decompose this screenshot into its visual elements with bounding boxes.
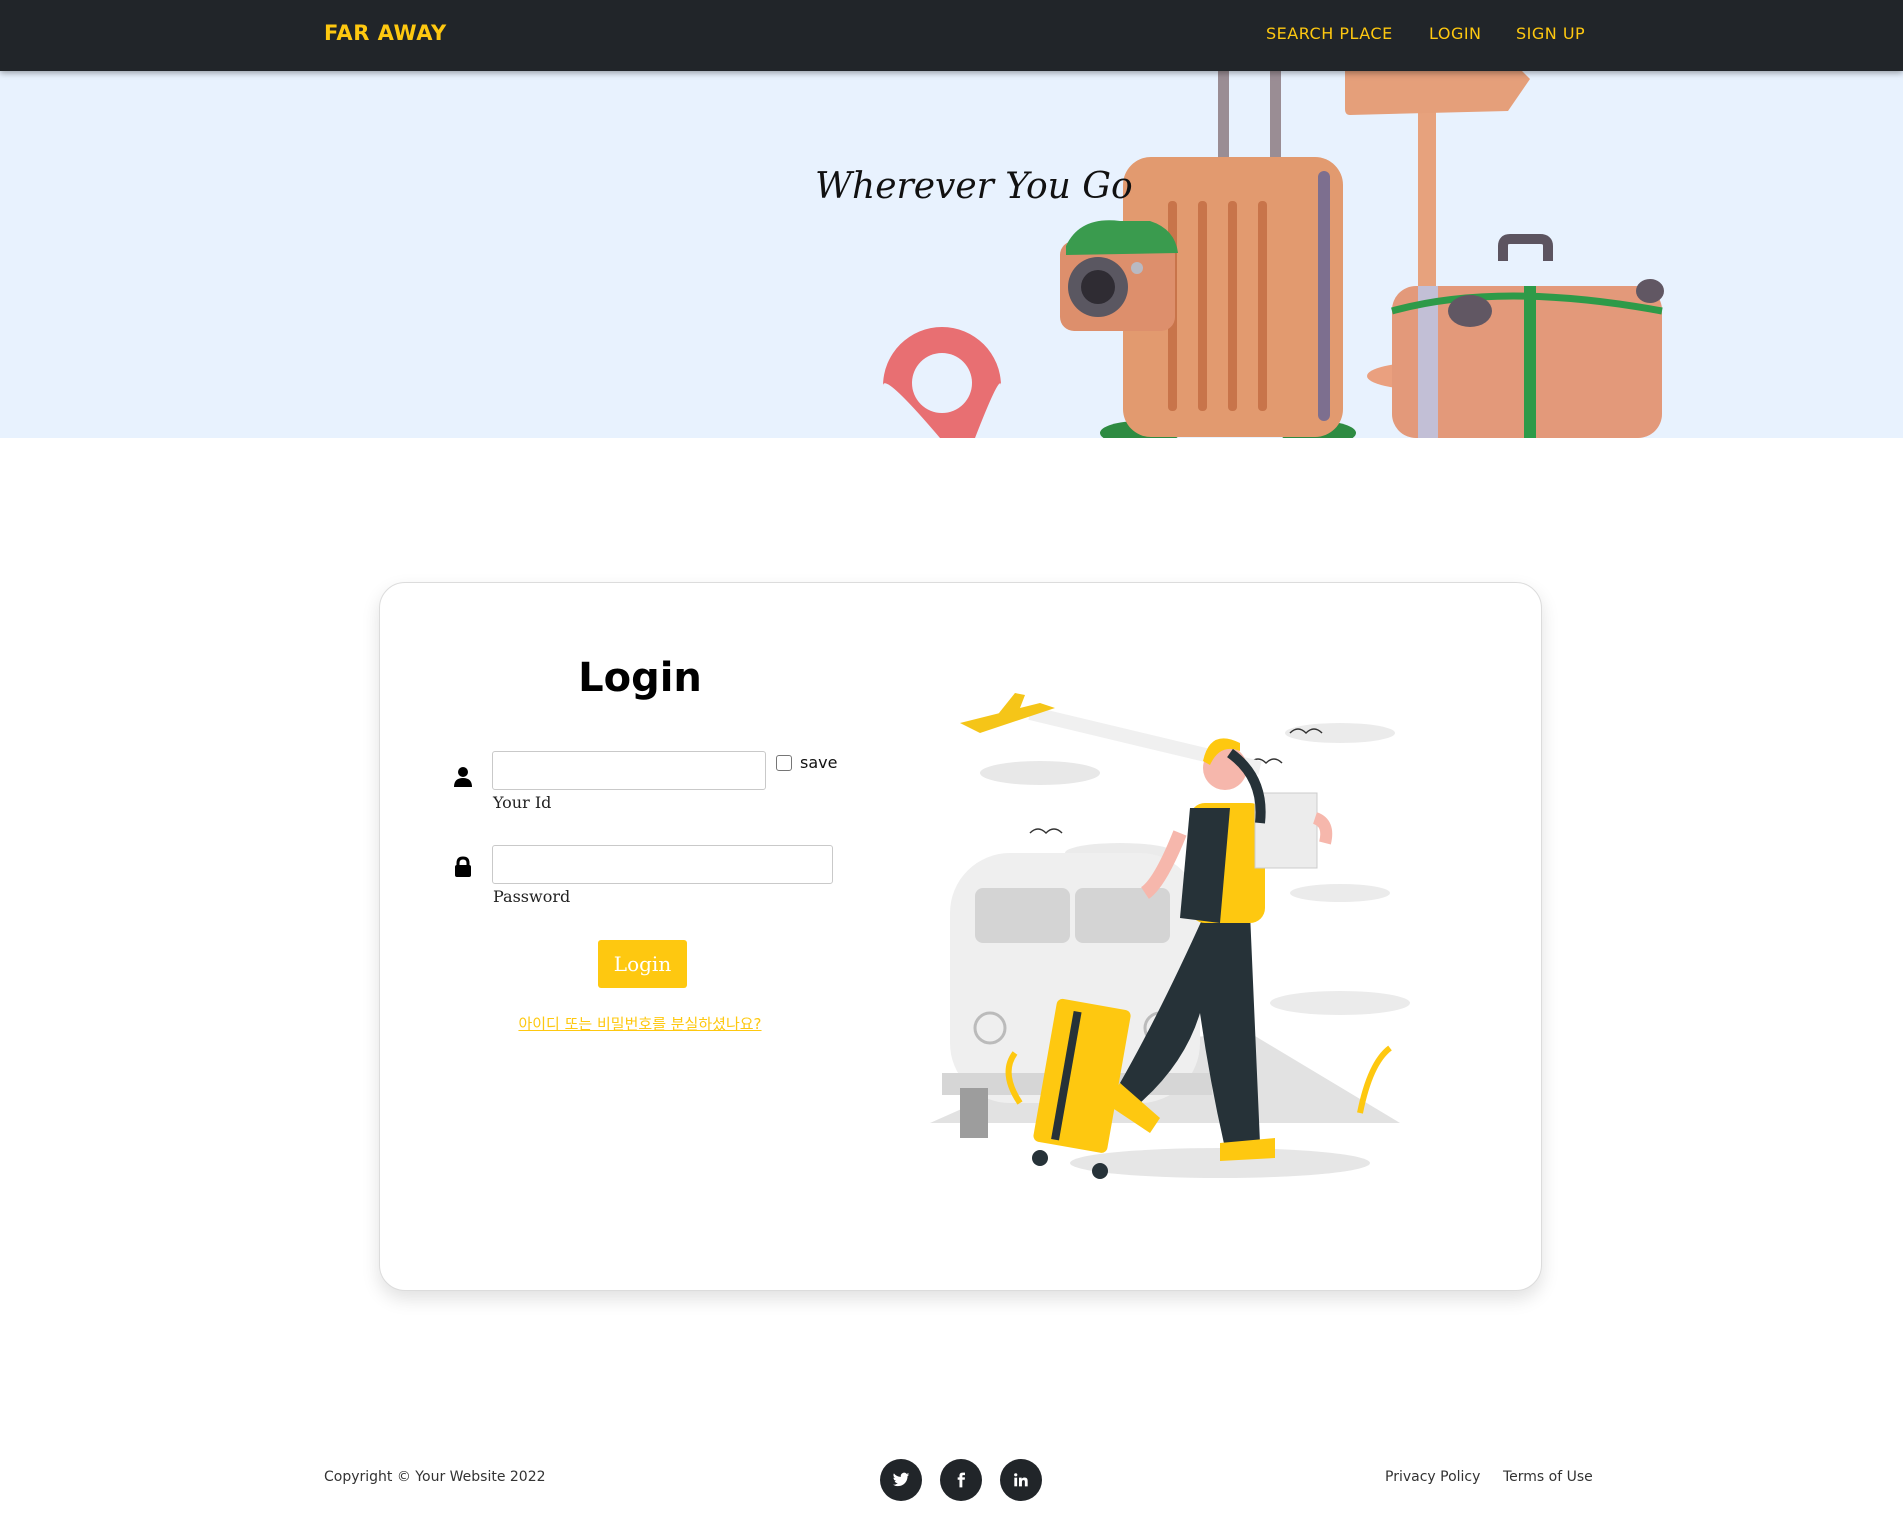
linkedin-icon — [1014, 1473, 1028, 1487]
privacy-policy-link[interactable]: Privacy Policy — [1385, 1469, 1480, 1485]
footer-copyright: Copyright © Your Website 2022 — [324, 1469, 546, 1485]
user-id-input[interactable] — [492, 751, 766, 790]
brand-logo[interactable]: FAR AWAY — [324, 21, 447, 45]
nav-search-place[interactable]: SEARCH PLACE — [1266, 24, 1393, 43]
linkedin-link[interactable] — [1000, 1459, 1042, 1501]
user-icon — [454, 767, 472, 787]
twitter-link[interactable] — [880, 1459, 922, 1501]
password-input[interactable] — [492, 845, 833, 884]
save-checkbox[interactable] — [776, 755, 792, 771]
twitter-icon — [892, 1472, 910, 1487]
forgot-credentials-link[interactable]: 아이디 또는 비밀번호를 분실하셨나요? — [380, 1013, 900, 1034]
terms-of-use-link[interactable]: Terms of Use — [1503, 1469, 1593, 1485]
hero-tagline: Wherever You Go — [815, 166, 1133, 207]
login-card: Login save Your Id Password Login 아이디 또는… — [379, 582, 1542, 1291]
hero-banner: Wherever You Go — [0, 71, 1903, 438]
user-id-label: Your Id — [493, 793, 552, 812]
save-label: save — [800, 753, 838, 772]
lock-icon — [455, 856, 471, 877]
nav-login[interactable]: LOGIN — [1429, 24, 1482, 43]
facebook-icon — [957, 1472, 965, 1488]
traveler-illustration — [930, 693, 1410, 1179]
navbar: FAR AWAY SEARCH PLACE LOGIN SIGN UP — [0, 0, 1903, 71]
login-title: Login — [578, 655, 702, 701]
login-submit-button[interactable]: Login — [598, 940, 687, 988]
password-label: Password — [493, 887, 571, 906]
nav-sign-up[interactable]: SIGN UP — [1516, 24, 1585, 43]
hero-travel-illustration — [883, 71, 1664, 438]
facebook-link[interactable] — [940, 1459, 982, 1501]
